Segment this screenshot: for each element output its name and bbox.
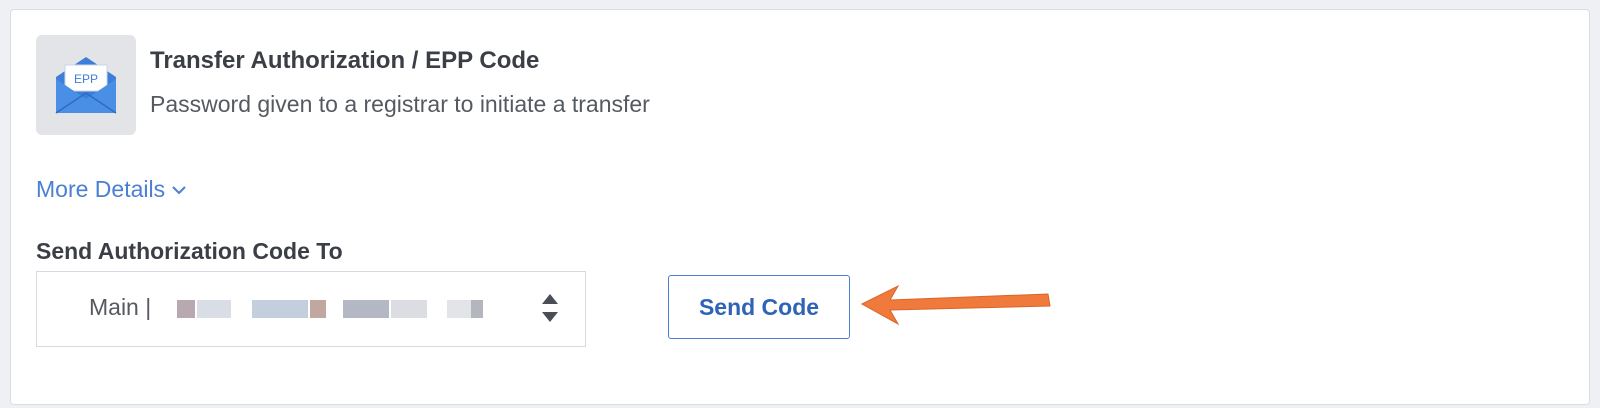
more-details-link[interactable]: More Details [36, 176, 187, 203]
recipient-select-value: Main | [89, 294, 152, 320]
more-details-label: More Details [36, 176, 166, 202]
chevron-down-icon [172, 185, 186, 194]
select-sort-arrows-icon [542, 294, 558, 322]
epp-envelope-icon-tile: EPP [36, 35, 136, 135]
send-code-button[interactable]: Send Code [668, 275, 850, 339]
send-auth-code-label: Send Authorization Code To [36, 238, 343, 264]
annotation-arrow-icon [860, 284, 1051, 326]
epp-envelope-icon: EPP [55, 57, 117, 114]
section-subtitle: Password given to a registrar to initiat… [150, 91, 650, 117]
section-title: Transfer Authorization / EPP Code [150, 47, 540, 74]
recipient-select[interactable]: Main | [36, 271, 586, 347]
epp-icon-label: EPP [74, 72, 98, 86]
